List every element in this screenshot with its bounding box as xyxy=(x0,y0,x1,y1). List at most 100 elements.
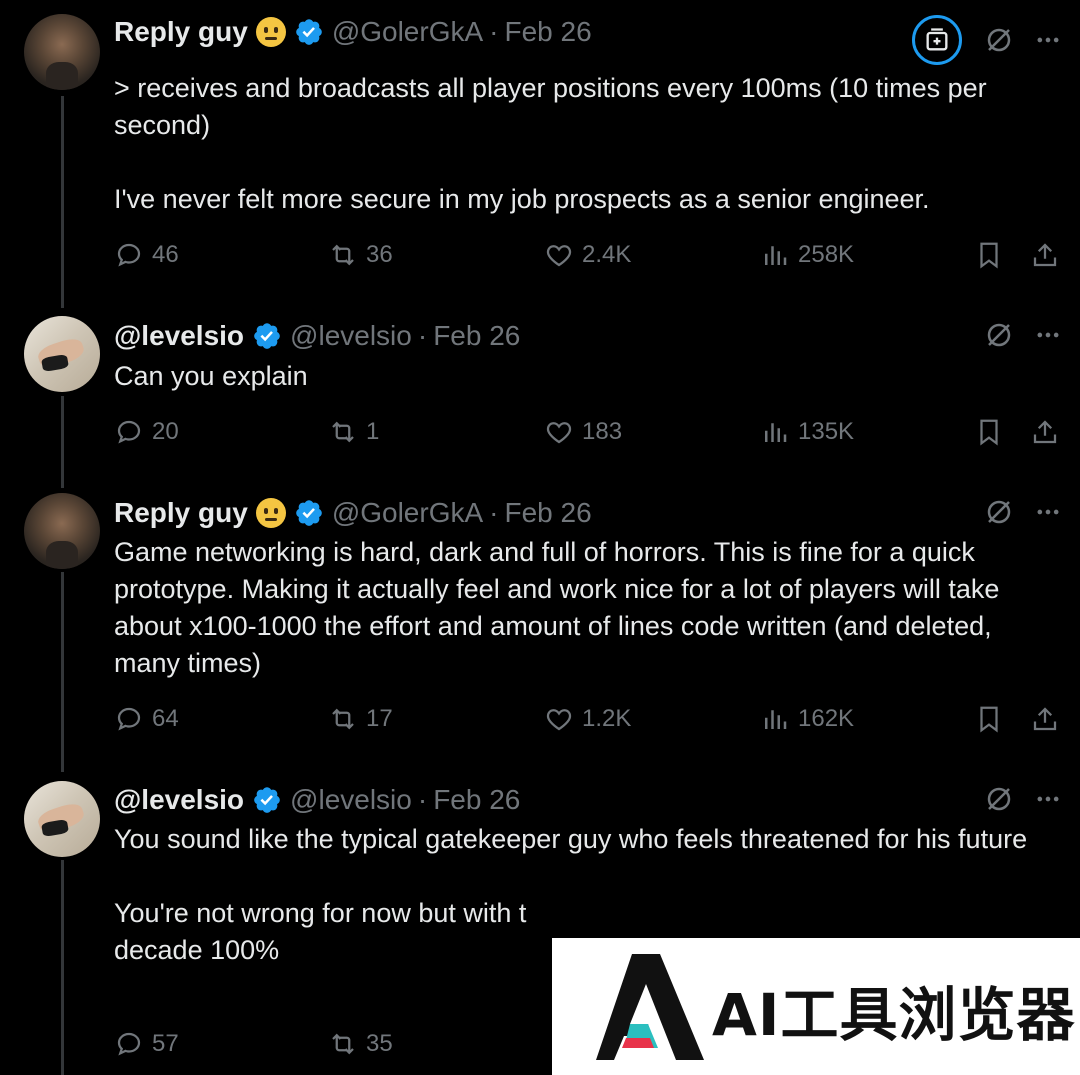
avatar[interactable] xyxy=(24,493,100,569)
repost-count: 17 xyxy=(366,705,393,732)
reply-button[interactable]: 57 xyxy=(114,1029,179,1059)
bookmark-icon xyxy=(980,706,998,733)
display-name[interactable]: Reply guy xyxy=(114,16,248,48)
views-button[interactable]: 135K xyxy=(760,417,854,447)
tweet-actions: 20 1 183 135K xyxy=(114,417,1060,451)
heart-icon xyxy=(546,422,572,444)
like-count: 2.4K xyxy=(582,241,632,268)
view-count: 258K xyxy=(798,241,855,268)
verified-badge-icon xyxy=(254,323,280,349)
handle[interactable]: @GolerGkA xyxy=(332,497,483,529)
more-options-icon[interactable] xyxy=(1034,785,1062,813)
view-count: 162K xyxy=(798,705,855,732)
views-button[interactable]: 258K xyxy=(760,240,854,270)
timestamp[interactable]: Feb 26 xyxy=(505,16,592,48)
share-button[interactable] xyxy=(1030,240,1068,270)
thread-connector xyxy=(61,96,64,308)
neutral-face-emoji-icon xyxy=(255,498,286,528)
handle[interactable]: @levelsio xyxy=(290,784,412,816)
watermark-overlay: AI工具浏览器 xyxy=(552,938,1080,1075)
display-name[interactable]: @levelsio xyxy=(114,784,244,816)
tweet-text: Can you explain xyxy=(114,361,308,391)
handle[interactable]: @levelsio xyxy=(290,320,412,352)
more-options-icon[interactable] xyxy=(1034,26,1062,54)
repost-count: 35 xyxy=(366,1030,393,1057)
avatar[interactable] xyxy=(24,14,100,90)
bookmark-button[interactable] xyxy=(974,240,1012,270)
views-chart-icon xyxy=(765,246,787,265)
share-icon xyxy=(1033,420,1057,444)
separator-dot: · xyxy=(489,16,499,47)
separator-dot: · xyxy=(489,497,499,528)
repost-button[interactable]: 36 xyxy=(328,240,393,270)
grok-button[interactable] xyxy=(912,15,962,65)
repost-button[interactable]: 17 xyxy=(328,704,393,734)
reply-count: 46 xyxy=(152,241,179,268)
reply-button[interactable]: 20 xyxy=(114,417,179,447)
heart-icon xyxy=(546,709,572,731)
tweet-actions: 46 36 2.4K 258K xyxy=(114,240,1060,274)
conversation-thread: Reply guy @GolerGkA · Feb 26 > receives … xyxy=(0,0,1080,1075)
reply-button[interactable]: 64 xyxy=(114,704,179,734)
avatar[interactable] xyxy=(24,781,100,857)
more-options-icon[interactable] xyxy=(1034,321,1062,349)
display-name[interactable]: Reply guy xyxy=(114,497,248,529)
tweet-header: @levelsio @levelsio · Feb 26 xyxy=(114,318,1060,354)
share-icon xyxy=(1033,707,1057,731)
bookmark-button[interactable] xyxy=(974,417,1012,447)
repost-icon xyxy=(332,708,354,730)
bookmark-icon xyxy=(980,242,998,269)
grok-slash-icon[interactable] xyxy=(984,784,1014,814)
reply-icon xyxy=(117,243,141,267)
thread-connector xyxy=(61,572,64,772)
timestamp[interactable]: Feb 26 xyxy=(433,320,520,352)
verified-badge-icon xyxy=(296,500,322,526)
more-options-icon[interactable] xyxy=(1034,498,1062,526)
repost-button[interactable]: 1 xyxy=(328,417,379,447)
verified-badge-icon xyxy=(254,787,280,813)
reply-button[interactable]: 46 xyxy=(114,240,179,270)
tweet-text: > receives and broadcasts all player pos… xyxy=(114,73,987,214)
thread-connector xyxy=(61,396,64,488)
views-chart-icon xyxy=(765,710,787,729)
display-name[interactable]: @levelsio xyxy=(114,320,244,352)
thread-connector xyxy=(61,860,64,1075)
grok-plus-icon xyxy=(926,28,948,51)
grok-slash-icon[interactable] xyxy=(984,320,1014,350)
avatar[interactable] xyxy=(24,316,100,392)
like-count: 1.2K xyxy=(582,705,632,732)
share-icon xyxy=(1033,243,1057,267)
like-button[interactable]: 1.2K xyxy=(544,704,631,734)
reply-count: 64 xyxy=(152,705,179,732)
repost-icon xyxy=(332,244,354,266)
grok-slash-icon[interactable] xyxy=(984,25,1014,55)
like-button[interactable]: 2.4K xyxy=(544,240,631,270)
bookmark-button[interactable] xyxy=(974,704,1012,734)
share-button[interactable] xyxy=(1030,417,1068,447)
view-count: 135K xyxy=(798,418,855,445)
repost-button[interactable]: 35 xyxy=(328,1029,393,1059)
tweet-header: @levelsio @levelsio · Feb 26 xyxy=(114,782,1060,818)
reply-icon xyxy=(117,707,141,731)
timestamp[interactable]: Feb 26 xyxy=(433,784,520,816)
share-button[interactable] xyxy=(1030,704,1068,734)
verified-badge-icon xyxy=(296,19,322,45)
repost-count: 36 xyxy=(366,241,393,268)
repost-icon xyxy=(332,1033,354,1055)
neutral-face-emoji-icon xyxy=(255,17,286,47)
handle[interactable]: @GolerGkA xyxy=(332,16,483,48)
separator-dot: · xyxy=(417,784,428,815)
tweet-actions: 64 17 1.2K 162K xyxy=(114,704,1060,738)
grok-slash-icon[interactable] xyxy=(984,497,1014,527)
views-chart-icon xyxy=(765,423,787,442)
timestamp[interactable]: Feb 26 xyxy=(505,497,592,529)
tweet-text: Game networking is hard, dark and full o… xyxy=(114,537,1007,678)
repost-count: 1 xyxy=(366,418,380,445)
watermark-text: AI工具浏览器 xyxy=(712,981,1076,1049)
heart-icon xyxy=(546,245,572,267)
views-button[interactable]: 162K xyxy=(760,704,854,734)
bookmark-icon xyxy=(980,419,998,446)
like-button[interactable]: 183 xyxy=(544,417,622,447)
repost-icon xyxy=(332,421,354,443)
like-count: 183 xyxy=(582,418,623,445)
